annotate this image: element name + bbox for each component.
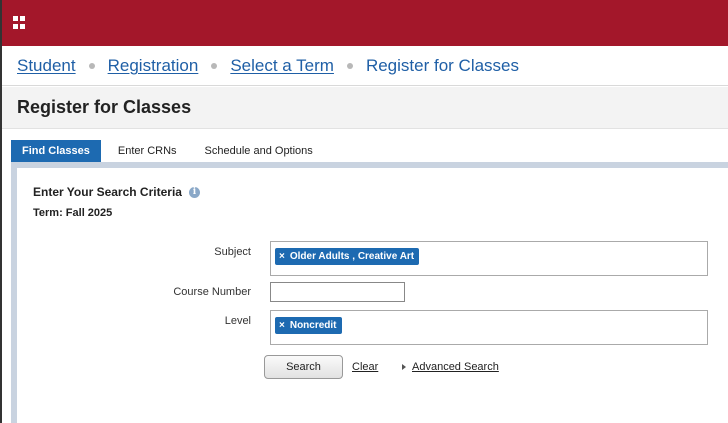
breadcrumb-student[interactable]: Student [17,56,76,76]
course-number-label: Course Number [173,286,251,298]
advanced-search-link[interactable]: Advanced Search [412,361,499,373]
level-label: Level [224,315,251,327]
subject-chip-label: Older Adults , Creative Art [289,251,415,262]
search-panel: Enter Your Search Criteria i Term: Fall … [11,162,728,423]
remove-chip-icon[interactable]: × [279,320,285,331]
breadcrumb: Student Registration Select a Term Regis… [2,46,728,86]
course-number-input[interactable] [270,282,405,302]
level-select[interactable]: × Noncredit [270,310,708,345]
tab-schedule-options[interactable]: Schedule and Options [194,140,324,162]
info-icon[interactable]: i [188,186,200,198]
apps-grid-icon[interactable] [13,16,26,29]
breadcrumb-registration[interactable]: Registration [108,56,199,76]
level-chip-label: Noncredit [289,320,337,331]
breadcrumb-select-term[interactable]: Select a Term [230,56,334,76]
search-criteria-title: Enter Your Search Criteria [33,185,182,199]
page-title-bar: Register for Classes [2,87,728,129]
tab-bar: Find Classes Enter CRNs Schedule and Opt… [11,140,324,162]
breadcrumb-current: Register for Classes [365,55,520,75]
subject-chip[interactable]: × Older Adults , Creative Art [275,248,420,265]
advanced-search-toggle[interactable]: Advanced Search [402,361,499,373]
search-criteria-heading: Enter Your Search Criteria i [33,185,200,199]
caret-right-icon [402,364,406,370]
subject-select[interactable]: × Older Adults , Creative Art [270,241,708,276]
breadcrumb-separator [88,62,95,69]
page-title: Register for Classes [17,97,192,117]
search-button[interactable]: Search [264,355,343,379]
top-bar [2,0,728,46]
term-label: Term: Fall 2025 [33,207,113,219]
breadcrumb-separator [211,62,218,69]
tab-find-classes[interactable]: Find Classes [11,140,101,162]
breadcrumb-separator [346,62,353,69]
tab-enter-crns[interactable]: Enter CRNs [107,140,188,162]
remove-chip-icon[interactable]: × [279,251,285,262]
subject-label: Subject [214,246,251,258]
level-chip[interactable]: × Noncredit [275,317,342,334]
clear-link[interactable]: Clear [352,361,378,373]
